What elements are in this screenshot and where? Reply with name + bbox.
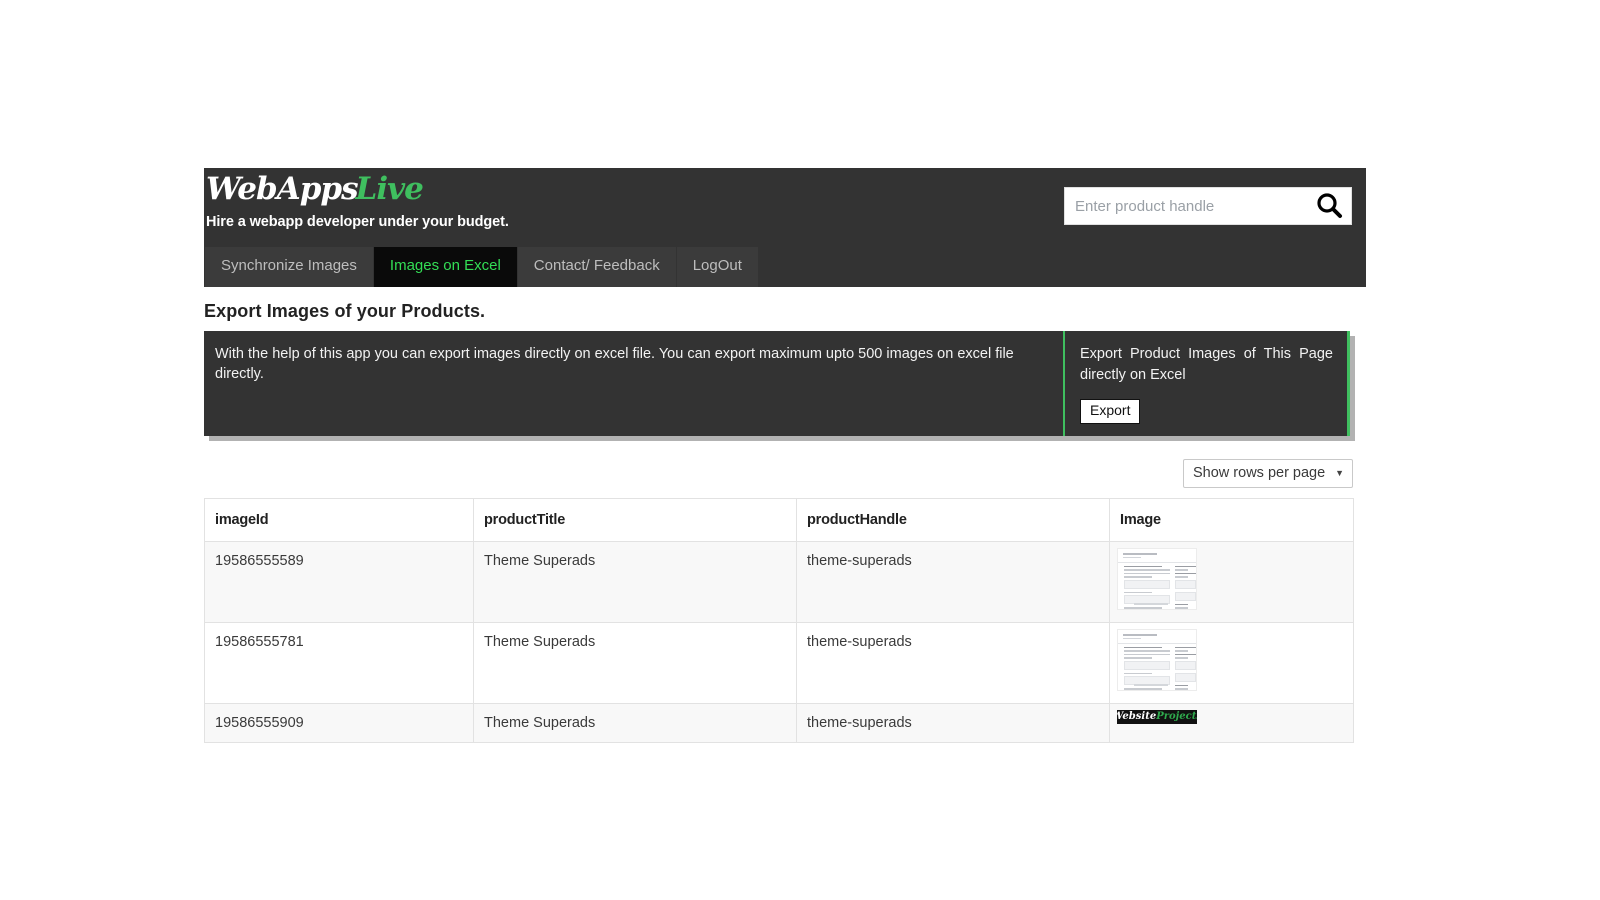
nav-label: Contact/ Feedback [534,257,660,274]
table-controls: Show rows per page 10 25 50 100 ▼ [204,459,1353,488]
table-header-row: imageId productTitle productHandle Image [205,498,1354,541]
rows-per-page-wrapper: Show rows per page 10 25 50 100 ▼ [1183,459,1353,488]
banner-text-primary: Website [1117,711,1156,722]
nav-item-synchronize-images[interactable]: Synchronize Images [205,247,373,287]
export-description: Export Product Images of This Page direc… [1080,344,1333,385]
export-button[interactable]: Export [1080,399,1140,423]
nav-label: Images on Excel [390,257,501,274]
cell-producttitle: Theme Superads [474,541,797,622]
cell-producthandle: theme-superads [797,703,1110,742]
images-table-wrapper: imageId productTitle productHandle Image… [204,498,1353,743]
main-nav: Synchronize Images Images on Excel Conta… [205,247,758,287]
nav-item-contact-feedback[interactable]: Contact/ Feedback [518,247,676,287]
nav-item-images-on-excel[interactable]: Images on Excel [374,247,517,287]
banner-text-accent: Projects [1156,711,1197,722]
column-header-imageid: imageId [205,498,474,541]
product-thumbnail[interactable]: WebsiteProjects [1117,710,1197,724]
column-header-image: Image [1110,498,1354,541]
site-header: WebAppsLive Hire a webapp developer unde… [204,168,1366,287]
logo[interactable]: WebAppsLive [206,174,509,205]
info-panel: With the help of this app you can export… [204,331,1350,436]
info-description: With the help of this app you can export… [215,344,1051,385]
page-root: WebAppsLive Hire a webapp developer unde… [0,0,1600,900]
images-table: imageId productTitle productHandle Image… [204,498,1354,743]
logo-text-primary: WebApps [206,171,358,207]
search-box[interactable] [1064,187,1352,225]
brand: WebAppsLive Hire a webapp developer unde… [206,174,509,230]
product-thumbnail[interactable] [1117,548,1197,610]
logo-text-accent: Live [356,171,423,207]
column-header-producthandle: productHandle [797,498,1110,541]
table-row: 19586555589 Theme Superads theme-superad… [205,541,1354,622]
tagline: Hire a webapp developer under your budge… [206,214,509,230]
column-header-producttitle: productTitle [474,498,797,541]
table-row: 19586555781 Theme Superads theme-superad… [205,622,1354,703]
cell-producthandle: theme-superads [797,541,1110,622]
cell-image [1110,622,1354,703]
rows-per-page-select[interactable]: Show rows per page 10 25 50 100 [1183,459,1353,488]
search-icon [1314,191,1344,221]
nav-label: Synchronize Images [221,257,357,274]
export-panel: Export Product Images of This Page direc… [1063,331,1347,436]
cell-producttitle: Theme Superads [474,703,797,742]
page-title: Export Images of your Products. [204,301,1366,322]
cell-imageid: 19586555589 [205,541,474,622]
nav-label: LogOut [693,257,742,274]
cell-producthandle: theme-superads [797,622,1110,703]
nav-item-logout[interactable]: LogOut [677,247,758,287]
info-description-area: With the help of this app you can export… [204,331,1063,436]
app-container: WebAppsLive Hire a webapp developer unde… [204,168,1366,743]
cell-imageid: 19586555781 [205,622,474,703]
cell-image: WebsiteProjects [1110,703,1354,742]
cell-imageid: 19586555909 [205,703,474,742]
cell-image [1110,541,1354,622]
table-row: 19586555909 Theme Superads theme-superad… [205,703,1354,742]
cell-producttitle: Theme Superads [474,622,797,703]
search-input[interactable] [1065,189,1307,223]
search-button[interactable] [1307,188,1351,224]
product-thumbnail[interactable] [1117,629,1197,691]
